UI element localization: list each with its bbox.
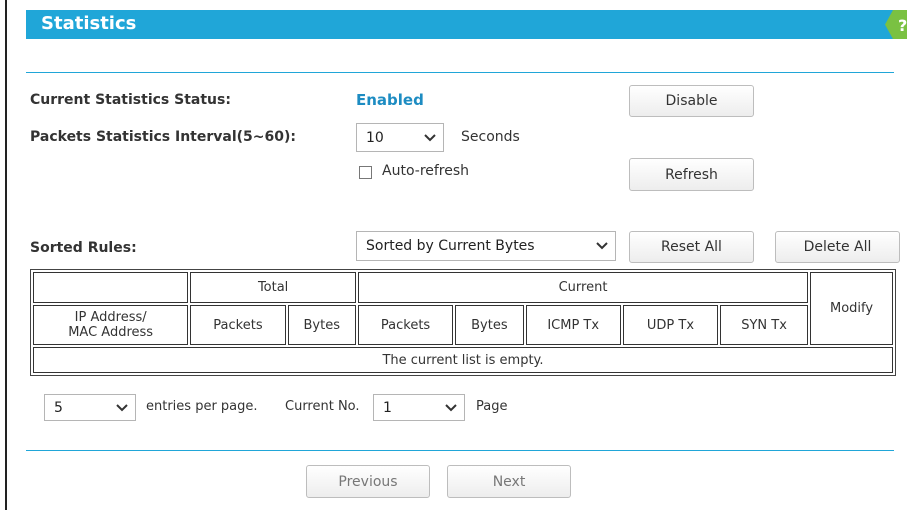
header-current: Current — [357, 272, 809, 303]
divider-top — [26, 72, 894, 73]
header-total: Total — [190, 272, 356, 303]
header-current-bytes: Bytes — [455, 305, 524, 345]
header-syn-tx: SYN Tx — [720, 305, 809, 345]
divider-bottom — [26, 450, 894, 451]
header-udp-tx: UDP Tx — [622, 305, 719, 345]
chevron-down-icon — [445, 403, 457, 411]
sorted-rules-label: Sorted Rules: — [30, 240, 137, 256]
sort-select-value: Sorted by Current Bytes — [366, 238, 535, 254]
status-value: Enabled — [356, 91, 424, 109]
page-title: Statistics — [41, 13, 137, 34]
previous-button[interactable]: Previous — [306, 465, 430, 498]
interval-select[interactable]: 10 — [356, 123, 444, 152]
auto-refresh-label: Auto-refresh — [382, 163, 470, 179]
current-no-label: Current No. — [285, 399, 360, 414]
help-icon[interactable]: ? — [885, 10, 907, 39]
header-ip-blank — [33, 272, 189, 303]
chevron-down-icon — [424, 133, 436, 141]
entries-per-page-label: entries per page. — [146, 399, 258, 414]
header-current-packets: Packets — [357, 305, 454, 345]
current-page-select[interactable]: 1 — [373, 394, 465, 421]
header-ip-line: IP Address/ — [74, 310, 147, 325]
status-label: Current Statistics Status: — [30, 92, 231, 108]
sort-select[interactable]: Sorted by Current Bytes — [356, 231, 616, 261]
interval-label: Packets Statistics Interval(5~60): — [30, 129, 296, 145]
empty-list-message: The current list is empty. — [33, 347, 893, 373]
refresh-button[interactable]: Refresh — [629, 158, 754, 191]
next-button[interactable]: Next — [447, 465, 571, 498]
entries-per-page-select[interactable]: 5 — [44, 394, 136, 421]
auto-refresh-checkbox[interactable] — [359, 166, 372, 179]
interval-select-value: 10 — [366, 129, 384, 146]
header-icmp-tx: ICMP Tx — [525, 305, 621, 345]
statistics-table: Total Current Modify IP Address/ MAC Add… — [30, 269, 896, 376]
header-ip-mac: IP Address/ MAC Address — [33, 305, 189, 345]
header-total-bytes: Bytes — [287, 305, 356, 345]
svg-text:?: ? — [898, 16, 907, 35]
page-label: Page — [476, 399, 508, 414]
interval-unit: Seconds — [461, 129, 520, 145]
chevron-down-icon — [116, 403, 128, 411]
current-page-value: 1 — [383, 399, 392, 416]
header-mac-line: MAC Address — [68, 325, 154, 340]
chevron-down-icon — [596, 242, 608, 250]
delete-all-button[interactable]: Delete All — [775, 231, 900, 263]
title-bar: Statistics ? — [26, 10, 907, 39]
disable-button[interactable]: Disable — [629, 85, 754, 117]
window-left-border — [5, 0, 7, 510]
header-total-packets: Packets — [190, 305, 286, 345]
header-modify: Modify — [810, 272, 893, 345]
entries-select-value: 5 — [54, 399, 63, 416]
reset-all-button[interactable]: Reset All — [629, 231, 754, 263]
